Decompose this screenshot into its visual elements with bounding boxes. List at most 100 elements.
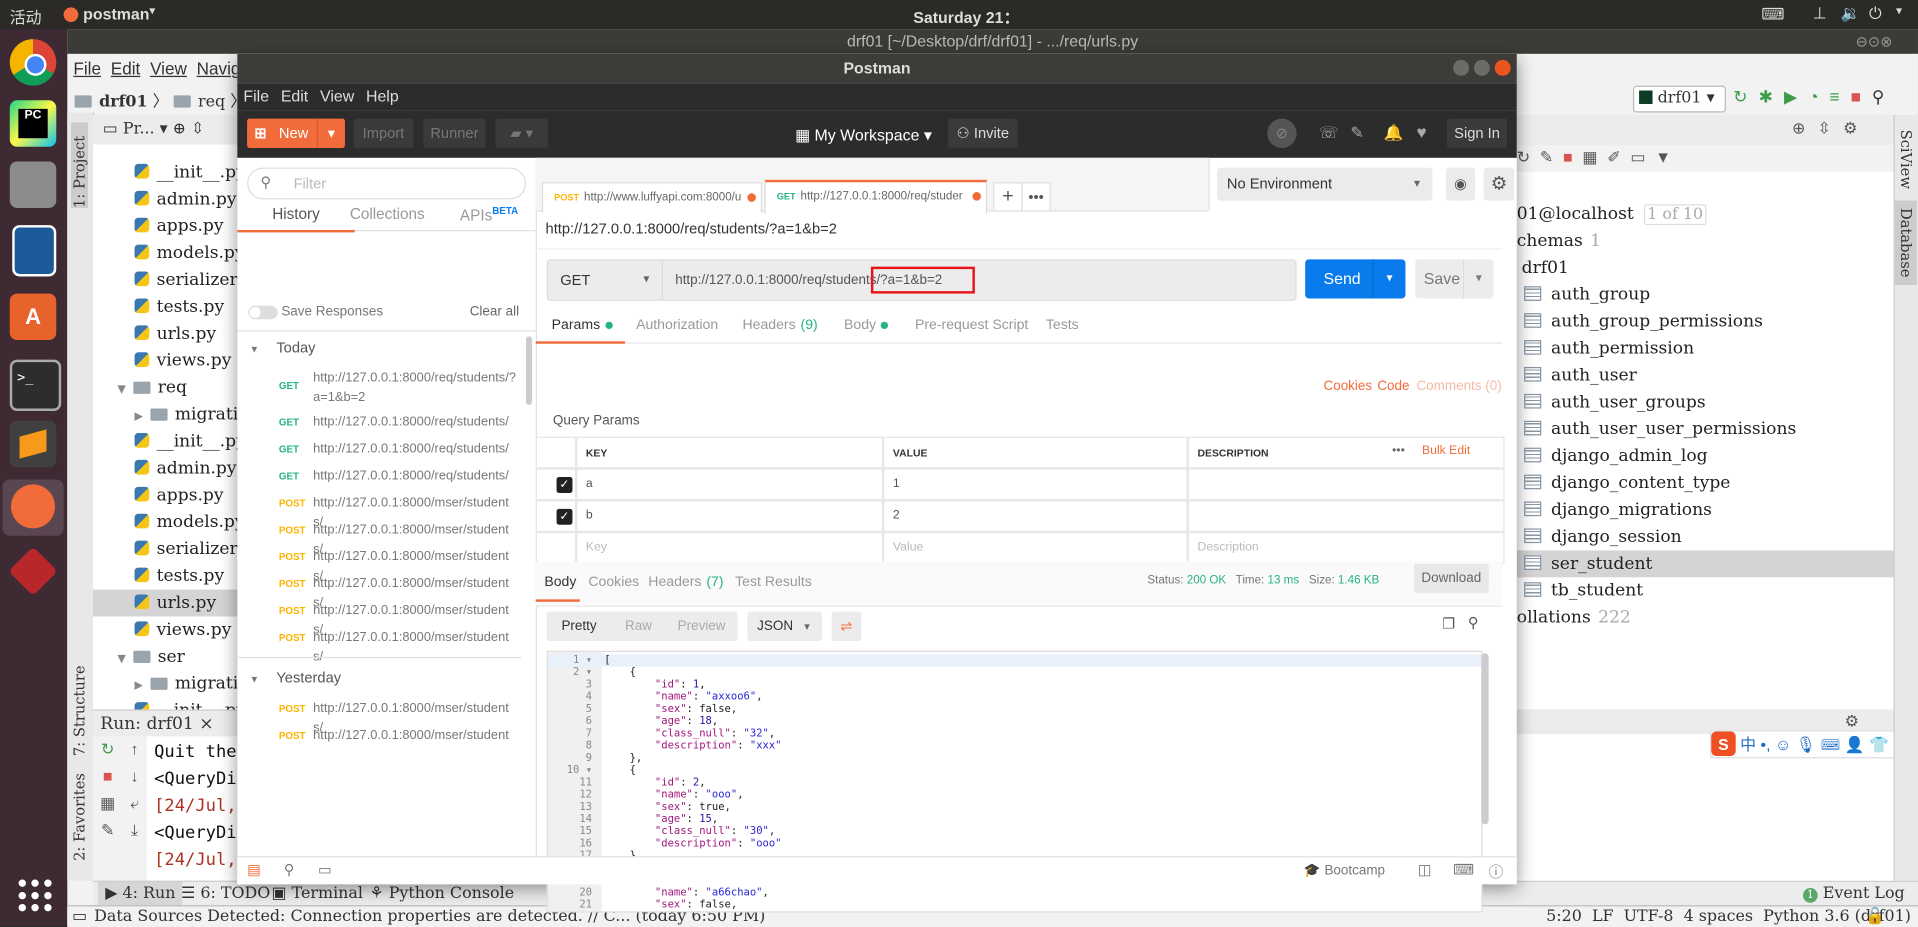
- copy-icon[interactable]: ❐: [1442, 615, 1455, 632]
- db-table[interactable]: django_content_type: [1517, 470, 1894, 497]
- db-table[interactable]: django_migrations: [1517, 497, 1894, 524]
- ime-punct[interactable]: •,: [1761, 735, 1771, 753]
- edit-source-icon[interactable]: ✎: [1540, 148, 1563, 166]
- header-cell[interactable]: VALUE: [883, 436, 1188, 469]
- url-input[interactable]: http://127.0.0.1:8000/req/students/?a=1&…: [675, 261, 976, 300]
- method-select[interactable]: GET ▾: [548, 260, 663, 300]
- param-value-input[interactable]: 2: [883, 500, 1188, 533]
- locate-icon[interactable]: ⊕: [1792, 119, 1818, 137]
- param-description-input[interactable]: [1187, 468, 1505, 501]
- import-button[interactable]: Import: [353, 118, 414, 149]
- response-status[interactable]: 200 OK: [1187, 574, 1226, 587]
- history-group[interactable]: ▼ Yesterday: [250, 669, 342, 686]
- maximize-button[interactable]: [1473, 59, 1490, 76]
- cookies-link[interactable]: Cookies: [1324, 379, 1373, 394]
- console-icon[interactable]: ▭: [1630, 148, 1655, 166]
- collapse-icon[interactable]: ⇳: [1818, 119, 1844, 137]
- edit-icon[interactable]: ✐: [1607, 148, 1630, 166]
- chevron-down-icon[interactable]: ▾: [316, 118, 345, 149]
- db-table[interactable]: ser_student: [1516, 550, 1894, 578]
- tree-item[interactable]: serializers.py: [93, 267, 240, 294]
- stop-icon[interactable]: ■: [1563, 148, 1582, 166]
- db-table[interactable]: auth_permission: [1517, 335, 1894, 362]
- request-tab[interactable]: GET http://127.0.0.1:8000/req/studer: [764, 179, 988, 215]
- tree-item[interactable]: ▼ ser: [93, 643, 240, 670]
- download-button[interactable]: Download: [1414, 563, 1489, 594]
- tree-item[interactable]: urls.py: [92, 589, 240, 617]
- comments-link[interactable]: Comments (0): [1416, 379, 1501, 394]
- tool-todo[interactable]: ☰ 6: TODO: [181, 882, 270, 906]
- tree-item[interactable]: __init__.py: [93, 159, 240, 186]
- db-table[interactable]: tb_student: [1517, 577, 1894, 604]
- new-button[interactable]: ⊞ New ▾: [247, 118, 345, 149]
- heart-icon[interactable]: ♥: [1416, 122, 1426, 142]
- chevron-right-icon[interactable]: ▶: [135, 411, 143, 423]
- db-collations[interactable]: ollations 222: [1517, 604, 1631, 631]
- request-subtab[interactable]: Params: [535, 318, 625, 344]
- tool-run[interactable]: ▶ 4: Run: [97, 881, 183, 907]
- user-icon[interactable]: 👤: [1845, 735, 1865, 753]
- down-arrow-icon[interactable]: ↓: [131, 767, 139, 785]
- request-subtab[interactable]: Authorization: [636, 318, 718, 341]
- history-item[interactable]: POST http://127.0.0.1:8000/mser/students/: [237, 491, 526, 529]
- tree-item[interactable]: admin.py: [93, 455, 240, 482]
- view-pretty[interactable]: Pretty: [561, 612, 596, 641]
- environment-select[interactable]: No Environment ▾: [1217, 167, 1433, 201]
- profile-icon[interactable]: ◔: [1808, 87, 1829, 107]
- sign-in-button[interactable]: Sign In: [1447, 118, 1507, 149]
- run-tab[interactable]: drf01: [146, 714, 193, 734]
- notifications-bell-icon[interactable]: 🔔: [1383, 124, 1403, 144]
- db-table[interactable]: auth_user_user_permissions: [1517, 416, 1894, 443]
- response-tab[interactable]: Headers (7): [648, 575, 723, 599]
- request-tab[interactable]: POST http://www.luffyapi.com:8000/u: [541, 182, 763, 213]
- stop-icon[interactable]: ■: [103, 767, 113, 785]
- app-menu[interactable]: postman: [83, 5, 149, 23]
- tree-item[interactable]: tests.py: [93, 294, 240, 321]
- param-key-input[interactable]: a: [576, 468, 884, 501]
- keyboard-icon[interactable]: ⌨: [1820, 735, 1840, 753]
- interceptor-icon[interactable]: ☏: [1319, 124, 1339, 144]
- tab-history[interactable]: History: [237, 205, 355, 233]
- rerun-icon[interactable]: ↻: [1733, 87, 1758, 107]
- gear-icon[interactable]: ⚙: [1845, 712, 1869, 730]
- sublime-icon[interactable]: [9, 420, 57, 468]
- db-table[interactable]: auth_user: [1517, 362, 1894, 389]
- tree-item[interactable]: apps.py: [93, 213, 240, 240]
- param-value-input[interactable]: Value: [883, 532, 1188, 564]
- software-center-icon[interactable]: A: [9, 293, 57, 341]
- chevron-right-icon[interactable]: ▶: [135, 680, 143, 692]
- event-log[interactable]: 1 Event Log: [1802, 882, 1905, 906]
- response-scrollbar[interactable]: [1481, 653, 1489, 825]
- save-responses-toggle[interactable]: [248, 305, 278, 320]
- rerun-icon[interactable]: ↻: [101, 740, 114, 758]
- history-item[interactable]: POST http://127.0.0.1:8000/mser/students/: [237, 517, 526, 556]
- clear-all-button[interactable]: Clear all: [470, 305, 519, 320]
- show-apps-icon[interactable]: ●●● ●●● ●●●: [17, 873, 55, 915]
- close-button[interactable]: [1494, 59, 1511, 76]
- layout-icon[interactable]: ▦: [100, 794, 115, 812]
- history-item[interactable]: GET http://127.0.0.1:8000/req/students/: [237, 410, 526, 437]
- history-item[interactable]: POST http://127.0.0.1:8000/mser/student: [237, 723, 526, 750]
- activities-button[interactable]: 活动: [10, 5, 42, 28]
- tree-item[interactable]: tests.py: [93, 563, 240, 590]
- request-subtab[interactable]: Tests: [1046, 318, 1079, 341]
- param-description-input[interactable]: Description: [1187, 532, 1505, 564]
- tree-item[interactable]: models.py: [93, 240, 240, 267]
- soft-wrap-icon[interactable]: ⤶: [130, 794, 139, 812]
- tree-item[interactable]: serializers.py: [93, 536, 240, 563]
- filter-input[interactable]: ⚲ Filter: [247, 167, 526, 200]
- menu-file[interactable]: File: [73, 59, 101, 79]
- chevron-down-icon[interactable]: ▾: [1462, 259, 1494, 299]
- menu-view[interactable]: View: [150, 59, 187, 79]
- breadcrumb-item[interactable]: drf01: [99, 93, 147, 111]
- history-item[interactable]: POST http://127.0.0.1:8000/mser/students/: [237, 544, 526, 583]
- history-item[interactable]: POST http://127.0.0.1:8000/mser/students/: [237, 571, 526, 610]
- ime-lang[interactable]: 中: [1740, 735, 1756, 753]
- menu-edit[interactable]: Edit: [281, 87, 308, 105]
- tab-collections[interactable]: Collections: [350, 205, 425, 222]
- history-item[interactable]: GET http://127.0.0.1:8000/req/students/: [237, 464, 526, 491]
- pycharm-icon[interactable]: PC: [9, 100, 57, 147]
- param-value-input[interactable]: 1: [883, 468, 1188, 501]
- sogou-logo[interactable]: S: [1711, 731, 1736, 756]
- response-tab[interactable]: Test Results: [735, 575, 812, 599]
